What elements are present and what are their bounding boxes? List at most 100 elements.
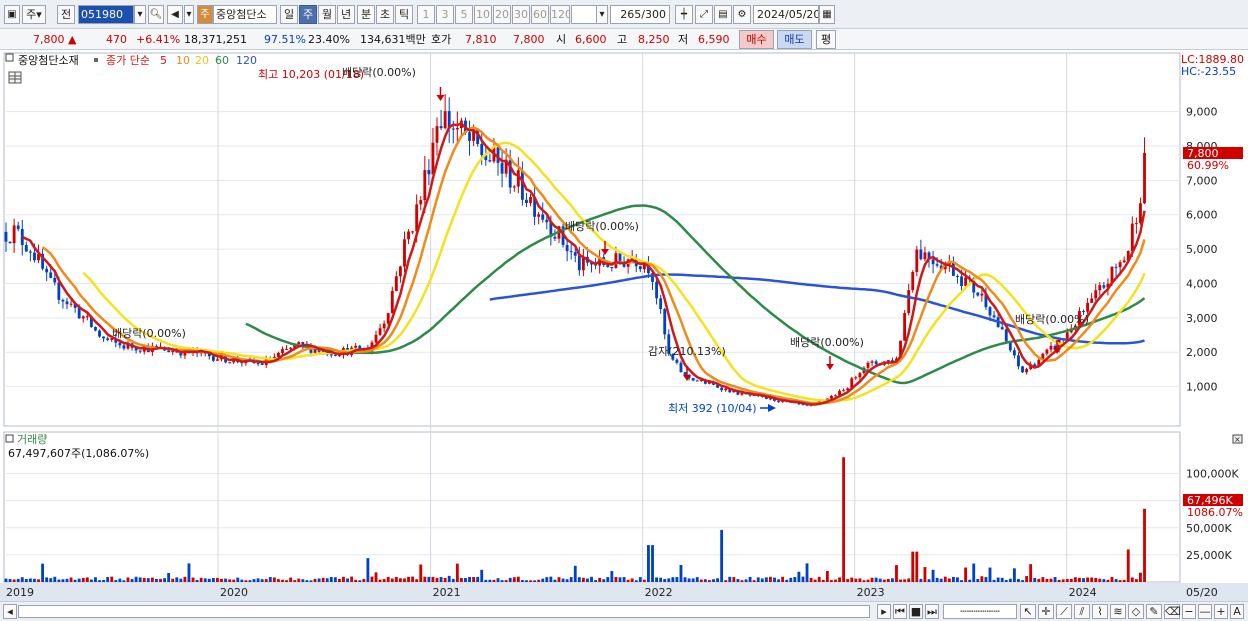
candle-body <box>216 359 219 361</box>
flat-button[interactable]: 평 <box>816 30 836 49</box>
period-type-select[interactable]: 주▾ <box>22 5 46 24</box>
candle-body <box>8 241 12 244</box>
text-tool-icon[interactable]: ✎ <box>1146 604 1162 619</box>
fibonacci-icon[interactable]: ≋ <box>1110 604 1126 619</box>
tab-minute[interactable]: 분 <box>357 5 375 24</box>
zoom-in-icon[interactable]: + <box>1214 604 1228 619</box>
ma-bullet-icon <box>94 58 98 62</box>
window-menu-icon[interactable]: ▣ <box>4 5 20 24</box>
shape-icon[interactable]: ◇ <box>1128 604 1144 619</box>
tab-second[interactable]: 초 <box>376 5 394 24</box>
trendline-icon[interactable]: ⟋ <box>1056 604 1072 619</box>
volume-bar <box>785 579 789 582</box>
speaker-dropdown-icon[interactable]: ▾ <box>184 5 194 24</box>
tab-year[interactable]: 년 <box>337 5 355 24</box>
crosshair-icon[interactable]: ✛ <box>1038 604 1054 619</box>
chart-canvas[interactable]: 최고 10,203 (01/18)배당락(0.00%)배당락(0.00%)배당락… <box>0 51 1248 601</box>
candle-body <box>382 323 386 329</box>
interval-3[interactable]: 3 <box>436 5 454 24</box>
speaker-icon[interactable]: ◀︎ <box>167 5 183 24</box>
volume-bar <box>679 564 683 582</box>
sell-button[interactable]: 매도 <box>777 30 812 49</box>
interval-20[interactable]: 20 <box>493 5 511 24</box>
cursor-tool-icon[interactable]: ↖ <box>1020 604 1036 619</box>
stock-code-input[interactable]: 051980 <box>78 5 134 24</box>
x-tick-label: 2021 <box>433 586 461 599</box>
scroll-track[interactable] <box>18 605 870 618</box>
volume-bar <box>1130 577 1134 582</box>
interval-5[interactable]: 5 <box>455 5 473 24</box>
candle-body <box>638 266 642 270</box>
zoom-out-icon[interactable]: − <box>1182 604 1196 619</box>
volume-bar <box>642 579 646 582</box>
candle-body <box>606 265 610 268</box>
volume-bar <box>81 577 85 582</box>
count-field[interactable]: 265/300 <box>610 5 670 24</box>
open-label: 시 <box>556 33 567 46</box>
volume-bar <box>28 578 32 582</box>
overlay-icon[interactable]: ⤢ <box>695 5 713 24</box>
channel-icon[interactable]: ⫽ <box>1074 604 1090 619</box>
save-icon[interactable]: ▤ <box>714 5 732 24</box>
interval-dropdown-icon[interactable]: ▾ <box>596 5 608 24</box>
scroll-left-icon[interactable]: ◂ <box>3 604 17 619</box>
volume-bar <box>691 578 695 582</box>
volume-bar <box>175 577 179 582</box>
stock-flag-icon[interactable]: 주 <box>197 5 213 24</box>
play-icon[interactable]: ▸ <box>877 604 891 619</box>
buy-button[interactable]: 매수 <box>739 30 774 49</box>
stock-name-field[interactable]: 중앙첨단소 <box>213 5 277 24</box>
interval-30[interactable]: 30 <box>512 5 530 24</box>
tab-day[interactable]: 일 <box>280 5 298 24</box>
interval-60[interactable]: 60 <box>531 5 549 24</box>
volume-bar <box>301 579 305 582</box>
tab-week[interactable]: 주 <box>299 5 317 24</box>
volume-bar <box>411 576 415 582</box>
prev-button[interactable]: 전 <box>57 5 75 24</box>
interval-1[interactable]: 1 <box>417 5 435 24</box>
candle-type-icon[interactable]: ┿ <box>675 5 693 24</box>
date-field[interactable]: 2024/05/20 <box>753 5 819 24</box>
volume-value: 18,371,251 <box>184 33 247 46</box>
forward-icon[interactable]: ⏭ <box>925 604 939 619</box>
candle-body <box>659 298 663 310</box>
stop-icon[interactable]: ■ <box>909 604 923 619</box>
volume-bar <box>73 579 77 582</box>
rewind-icon[interactable]: ⏮ <box>893 604 907 619</box>
volume-bar <box>809 577 813 582</box>
x-axis-bar <box>0 583 1248 601</box>
volume-title: 거래량 <box>17 433 47 446</box>
search-icon[interactable]: 🔍︎ <box>148 5 164 24</box>
candle-body <box>12 225 16 244</box>
volume-bar <box>594 580 598 582</box>
auto-scale-icon[interactable]: A <box>1230 604 1244 619</box>
zoom-slider[interactable]: ┄┄┄┄┄┄ <box>943 604 1017 619</box>
candle-body <box>378 328 382 335</box>
volume-bar <box>569 577 573 582</box>
volume-bar <box>935 577 939 582</box>
x-end-label: 05/20 <box>1186 586 1218 599</box>
candle-body <box>439 126 443 129</box>
volume-bar <box>732 577 736 582</box>
settings-gear-icon[interactable]: ⚙ <box>733 5 751 24</box>
volume-bar <box>159 578 162 582</box>
volume-bar <box>394 576 398 582</box>
code-dropdown-icon[interactable]: ▾ <box>134 5 146 24</box>
volume-bar <box>764 577 768 582</box>
calendar-icon[interactable]: ▦ <box>819 5 835 24</box>
measure-icon[interactable]: ⌇ <box>1092 604 1108 619</box>
volume-bar <box>89 579 93 582</box>
volume-bar <box>61 579 65 582</box>
delete-drawing-icon[interactable]: ⌫ <box>1164 604 1181 619</box>
tab-tick[interactable]: 틱 <box>395 5 413 24</box>
interval-10[interactable]: 10 <box>474 5 492 24</box>
price-tick-label: 6,000 <box>1186 209 1218 222</box>
volume-bar <box>171 578 175 582</box>
interval-120[interactable]: 120 <box>550 5 570 24</box>
tab-month[interactable]: 월 <box>318 5 336 24</box>
candle-body <box>573 252 577 256</box>
candle-body <box>679 362 683 373</box>
candle-body <box>419 200 423 205</box>
minimize-icon[interactable]: — <box>1198 604 1212 619</box>
volume-bar <box>480 569 484 582</box>
